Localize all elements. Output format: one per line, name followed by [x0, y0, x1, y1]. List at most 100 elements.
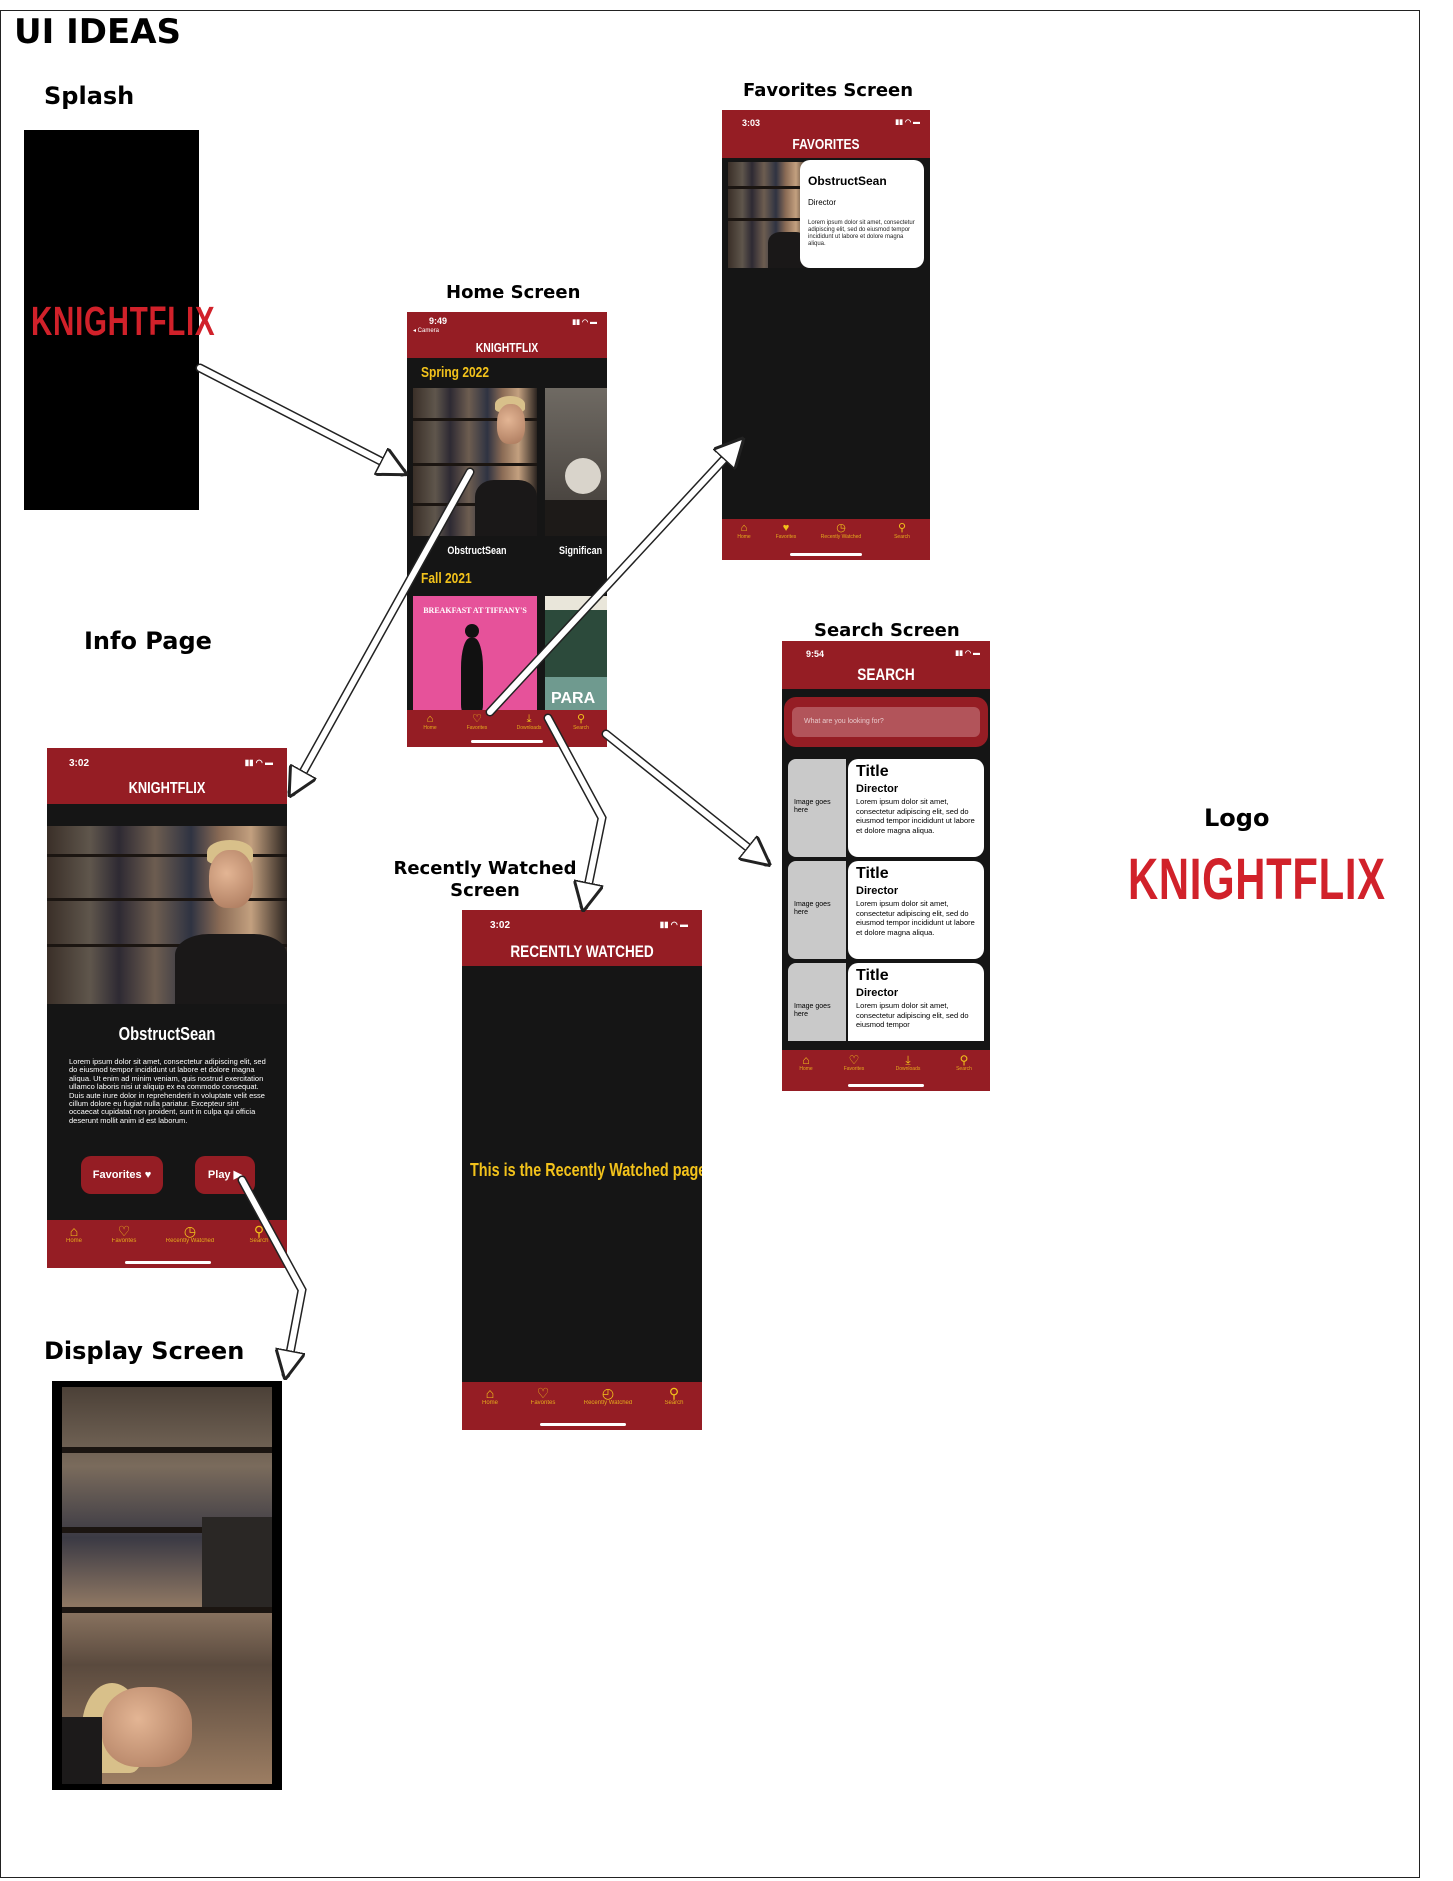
- home-screen: 9:49 ◂ Camera ▮▮ ◠ ▬ KNIGHTFLIX Spring 2…: [407, 312, 607, 747]
- movie-poster-significant[interactable]: [545, 388, 607, 536]
- home-icon: ⌂: [426, 713, 434, 725]
- favorites-screen: 3:03 ▮▮ ◠ ▬ FAVORITES ObstructSean Direc…: [722, 110, 930, 560]
- tab-recently-watched[interactable]: ◴ Recently Watched: [572, 1386, 644, 1406]
- recent-message: This is the Recently Watched page: [470, 1160, 702, 1180]
- home-icon: ⌂: [740, 522, 748, 534]
- info-description: Lorem ipsum dolor sit amet, consectetur …: [69, 1057, 266, 1125]
- tab-search[interactable]: ⚲ Search: [237, 1224, 281, 1244]
- search-result[interactable]: Image goes here Title Director Lorem ips…: [788, 861, 984, 959]
- info-tab-bar: ⌂ Home ♡ Favorites ◷ Recently Watched ⚲ …: [47, 1220, 287, 1268]
- favorites-button-label: Favorites: [92, 1169, 142, 1181]
- result-body: Lorem ipsum dolor sit amet, consectetur …: [856, 797, 975, 835]
- favorite-role: Director: [808, 198, 837, 207]
- recent-title: RECENTLY WATCHED: [510, 942, 654, 961]
- tab-home[interactable]: ⌂ Home: [468, 1386, 512, 1406]
- result-card: Title Director Lorem ipsum dolor sit ame…: [848, 963, 984, 1041]
- clock-icon: ◴: [601, 1385, 615, 1401]
- favorite-card[interactable]: ObstructSean Director Lorem ipsum dolor …: [800, 160, 924, 268]
- tab-favorites[interactable]: ♡ Favorites: [101, 1224, 147, 1244]
- movie-poster-obstructsean[interactable]: [413, 388, 537, 536]
- section-heading: Spring 2022: [421, 364, 490, 381]
- tab-home[interactable]: ⌂ Home: [411, 713, 449, 732]
- result-title: Title: [856, 865, 889, 882]
- tab-search[interactable]: ⚲ Search: [882, 522, 922, 541]
- search-screen-label: Search Screen: [814, 620, 960, 641]
- status-icons: ▮▮ ◠ ▬: [244, 758, 273, 767]
- tab-favorites[interactable]: ♡ Favorites: [520, 1386, 566, 1406]
- tab-recently-watched[interactable]: ◷ Recently Watched: [810, 523, 872, 541]
- heart-icon: ♡: [472, 713, 482, 725]
- search-result[interactable]: Image goes here Title Director Lorem ips…: [788, 759, 984, 857]
- play-button[interactable]: Play ▶: [195, 1156, 255, 1194]
- search-icon: ⚲: [668, 1385, 680, 1401]
- favorite-thumbnail[interactable]: [728, 162, 808, 268]
- result-card: Title Director Lorem ipsum dolor sit ame…: [848, 759, 984, 857]
- favorites-title: FAVORITES: [792, 136, 860, 153]
- info-title: KNIGHTFLIX: [128, 780, 206, 797]
- home-title: KNIGHTFLIX: [475, 340, 539, 355]
- home-icon: ⌂: [802, 1053, 810, 1067]
- result-card: Title Director Lorem ipsum dolor sit ame…: [848, 861, 984, 959]
- display-screen: [52, 1381, 282, 1790]
- tab-home[interactable]: ⌂ Home: [53, 1224, 95, 1244]
- movie-poster-breakfast[interactable]: BREAKFAST AT TIFFANY'S: [413, 596, 537, 712]
- status-icons: ▮▮ ◠ ▬: [955, 650, 980, 657]
- splash-label: Splash: [44, 82, 135, 110]
- result-title: Title: [856, 967, 889, 984]
- download-icon: ⤓: [526, 713, 532, 725]
- search-input[interactable]: What are you looking for?: [792, 707, 980, 737]
- info-time: 3:02: [69, 758, 90, 769]
- tab-favorites[interactable]: ♡ Favorites: [457, 713, 497, 732]
- result-director: Director: [856, 783, 899, 795]
- favorite-name: ObstructSean: [808, 174, 887, 188]
- splash-logo: KNIGHTFLIX: [31, 298, 216, 344]
- info-page-label: Info Page: [84, 627, 212, 655]
- clock-icon: ◷: [183, 1223, 197, 1239]
- tab-favorites[interactable]: ♥ Favorites: [766, 522, 806, 541]
- home-time: 9:49: [429, 316, 448, 326]
- search-time: 9:54: [806, 649, 825, 659]
- splash-screen: KNIGHTFLIX: [24, 130, 215, 510]
- tab-favorites[interactable]: ♡ Favorites: [834, 1054, 874, 1072]
- status-icons: ▮▮ ◠ ▬: [895, 119, 920, 126]
- tab-home[interactable]: ⌂ Home: [786, 1054, 826, 1072]
- search-screen: 9:54 ▮▮ ◠ ▬ SEARCH What are you looking …: [782, 641, 990, 1091]
- tab-home[interactable]: ⌂ Home: [726, 522, 762, 541]
- home-back-link[interactable]: ◂ Camera: [413, 327, 439, 334]
- result-image-placeholder: [788, 963, 846, 1041]
- info-hero-image: [47, 826, 287, 1004]
- result-director: Director: [856, 885, 899, 897]
- heart-icon: ♡: [117, 1223, 131, 1239]
- search-icon: ⚲: [959, 1053, 969, 1067]
- tab-recently-watched[interactable]: ◷ Recently Watched: [155, 1224, 225, 1244]
- favorite-body: Lorem ipsum dolor sit amet, consectetur …: [808, 220, 915, 247]
- favorites-time: 3:03: [742, 118, 761, 128]
- info-movie-name: ObstructSean: [118, 1024, 216, 1044]
- favorites-screen-label: Favorites Screen: [743, 80, 914, 101]
- tab-downloads[interactable]: ⤓ Downloads: [507, 713, 551, 732]
- video-frame: [62, 1387, 272, 1784]
- heart-icon: ♥: [782, 522, 790, 534]
- recent-time: 3:02: [490, 920, 511, 931]
- movie-poster-para[interactable]: PARA: [545, 596, 607, 712]
- tab-search[interactable]: ⚲ Search: [561, 713, 601, 732]
- search-result[interactable]: Image goes here Title Director Lorem ips…: [788, 963, 984, 1041]
- movie-title: ObstructSean: [447, 545, 507, 557]
- recent-tab-bar: ⌂ Home ♡ Favorites ◴ Recently Watched ⚲ …: [462, 1382, 702, 1430]
- search-icon: ⚲: [576, 713, 586, 725]
- poster-title: PARA: [551, 690, 596, 707]
- poster-title: BREAKFAST AT TIFFANY'S: [423, 606, 527, 615]
- tab-downloads[interactable]: ⤓ Downloads: [886, 1054, 930, 1072]
- logo-label: Logo: [1204, 804, 1270, 832]
- tab-search[interactable]: ⚲ Search: [944, 1054, 984, 1072]
- add-to-favorites-button[interactable]: Favorites ♥: [81, 1156, 163, 1194]
- search-icon: ⚲: [897, 522, 907, 534]
- search-bar-container: What are you looking for?: [784, 697, 988, 747]
- section-heading: Fall 2021: [421, 570, 472, 587]
- result-image-label: Image goes here: [794, 901, 831, 916]
- tab-search[interactable]: ⚲ Search: [652, 1386, 696, 1406]
- play-icon: ▶: [230, 1169, 243, 1181]
- result-title: Title: [856, 763, 889, 780]
- home-screen-label: Home Screen: [446, 282, 581, 303]
- heart-icon: ♥: [141, 1169, 152, 1181]
